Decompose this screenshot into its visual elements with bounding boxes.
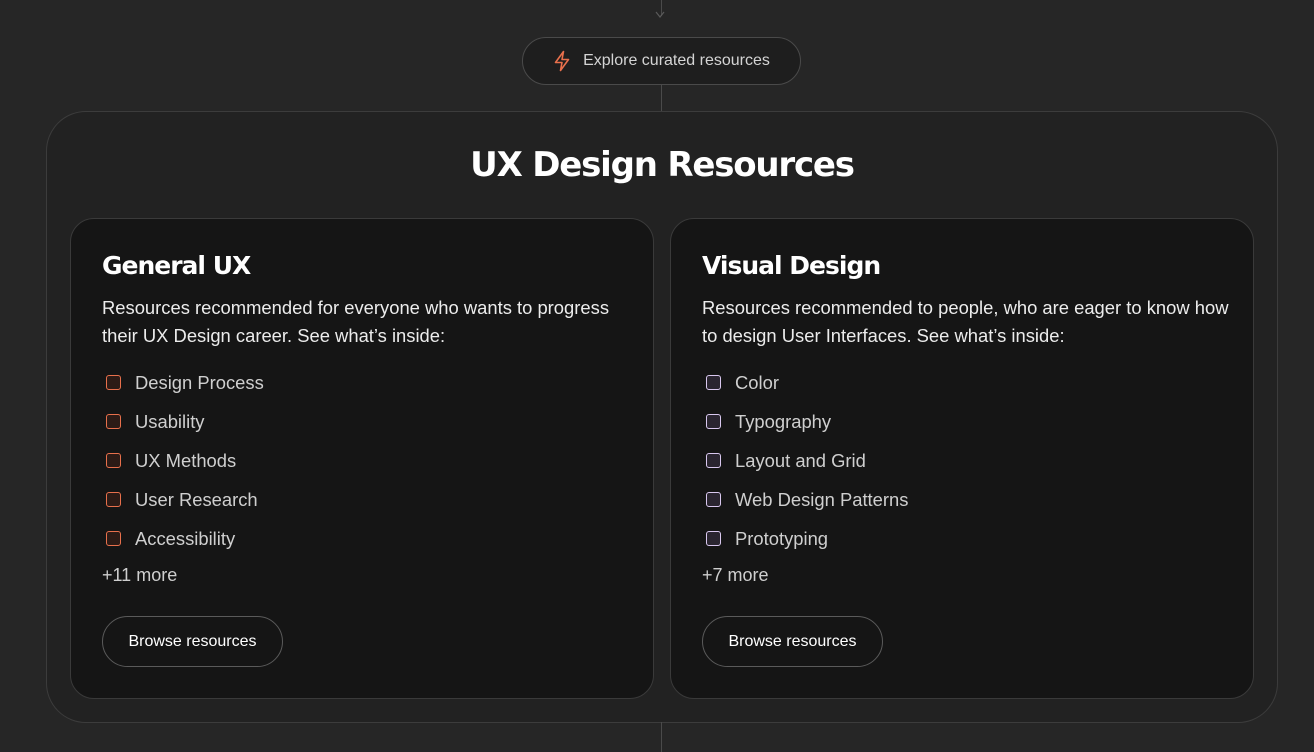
topic-label: Usability (135, 410, 205, 432)
list-item: Web Design Patterns (706, 480, 908, 519)
topic-list: Color Typography Layout and Grid Web Des… (706, 363, 908, 558)
list-item: Design Process (106, 363, 264, 402)
card-title: General UX (102, 251, 251, 280)
square-bullet-icon (706, 375, 721, 390)
lightning-bolt-icon (554, 50, 570, 72)
more-count: +11 more (102, 565, 178, 585)
topic-label: Prototyping (735, 527, 829, 549)
topic-label: Color (735, 371, 779, 393)
resources-section: UX Design Resources General UX Resources… (46, 111, 1278, 723)
list-item: Usability (106, 402, 264, 441)
square-bullet-icon (106, 531, 121, 546)
square-bullet-icon (106, 414, 121, 429)
arrow-down-icon (655, 11, 665, 18)
connector-line-middle (661, 85, 662, 112)
card-description: Resources recommended to people, who are… (702, 297, 1229, 346)
list-item: UX Methods (106, 441, 264, 480)
list-item: Prototyping (706, 519, 908, 558)
square-bullet-icon (706, 453, 721, 468)
list-item: Layout and Grid (706, 441, 908, 480)
topic-label: User Research (135, 488, 258, 510)
card-visual-design: Visual Design Resources recommended to p… (670, 218, 1254, 699)
card-general-ux: General UX Resources recommended for eve… (70, 218, 654, 699)
square-bullet-icon (706, 414, 721, 429)
more-count: +7 more (702, 565, 769, 585)
topic-list: Design Process Usability UX Methods User… (106, 363, 264, 558)
square-bullet-icon (706, 531, 721, 546)
square-bullet-icon (106, 492, 121, 507)
explore-resources-label: Explore curated resources (583, 52, 770, 69)
topic-label: UX Methods (135, 449, 237, 471)
topic-label: Layout and Grid (735, 449, 866, 471)
topic-label: Design Process (135, 371, 264, 393)
card-title: Visual Design (702, 251, 881, 280)
section-title: UX Design Resources (470, 145, 855, 185)
list-item: Color (706, 363, 908, 402)
list-item: Typography (706, 402, 908, 441)
list-item: User Research (106, 480, 264, 519)
square-bullet-icon (106, 453, 121, 468)
topic-label: Web Design Patterns (735, 488, 909, 510)
square-bullet-icon (706, 492, 721, 507)
square-bullet-icon (106, 375, 121, 390)
connector-line-bottom (661, 722, 662, 752)
topic-label: Accessibility (135, 527, 236, 549)
browse-resources-button[interactable]: Browse resources (702, 616, 883, 667)
list-item: Accessibility (106, 519, 264, 558)
topic-label: Typography (735, 410, 832, 432)
explore-resources-pill[interactable]: Explore curated resources (522, 37, 801, 85)
browse-resources-button[interactable]: Browse resources (102, 616, 283, 667)
page: Explore curated resources UX Design Reso… (0, 0, 1314, 752)
card-description: Resources recommended for everyone who w… (102, 297, 610, 346)
